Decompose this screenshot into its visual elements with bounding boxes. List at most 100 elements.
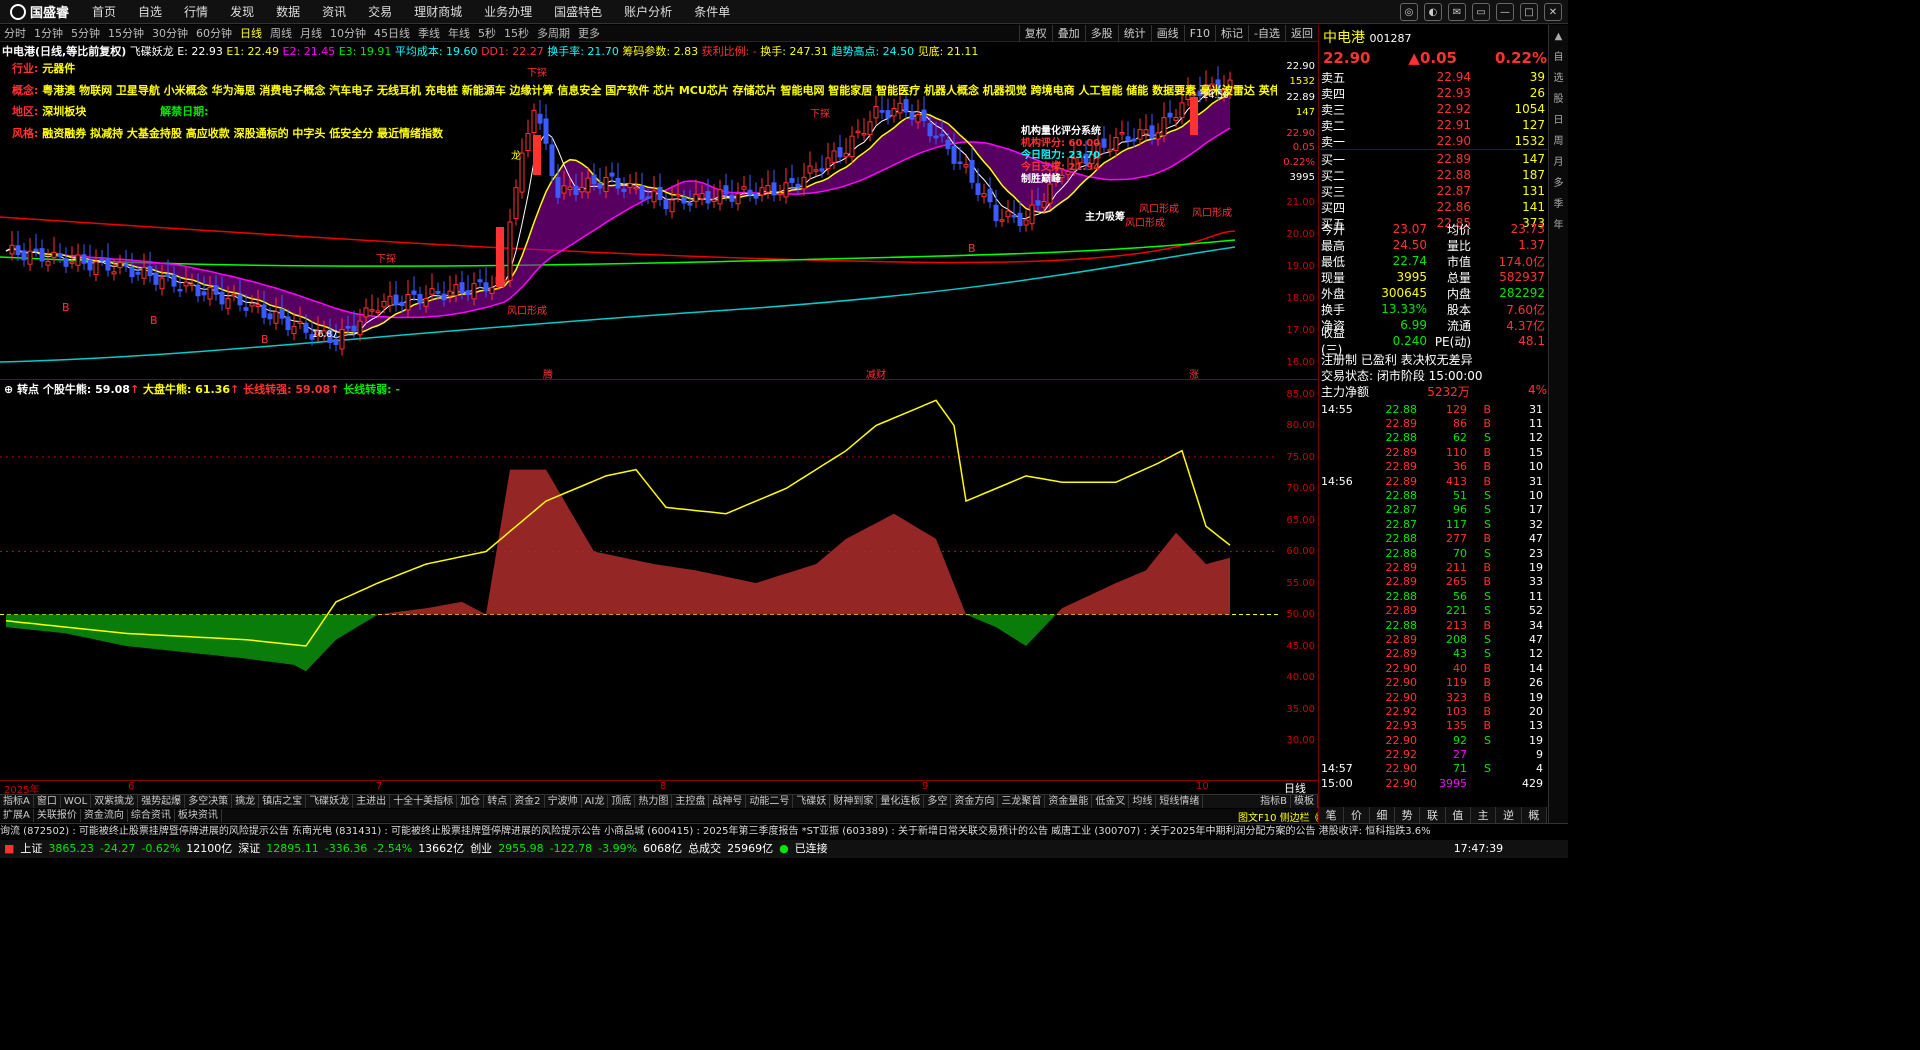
indicator-tab[interactable]: WOL: [61, 795, 92, 808]
sidebar-item[interactable]: 月: [1549, 153, 1568, 168]
maximize-icon[interactable]: □: [1520, 3, 1538, 21]
indicator-tab[interactable]: 镇店之宝: [259, 795, 307, 808]
indicator-tab[interactable]: 短线情绪: [1156, 795, 1204, 808]
indicator-tab[interactable]: 飞碟妖龙: [306, 795, 354, 808]
indicator-tab[interactable]: 三龙聚首: [998, 795, 1046, 808]
tool-unwatch[interactable]: -自选: [1248, 25, 1285, 42]
nav-watchlist[interactable]: 自选: [127, 3, 173, 20]
nav-special[interactable]: 国盛特色: [543, 3, 613, 20]
quote-tab[interactable]: 价: [1344, 807, 1370, 823]
period-tab[interactable]: 更多: [574, 25, 604, 41]
indicator-tab[interactable]: 热力图: [635, 795, 673, 808]
period-tab[interactable]: 15分钟: [104, 25, 148, 41]
indicator-tab[interactable]: 财神到家: [830, 795, 878, 808]
minimize-icon[interactable]: —: [1496, 3, 1514, 21]
indicator-tab[interactable]: 主进出: [353, 795, 391, 808]
sidebar-item[interactable]: 多: [1549, 174, 1568, 189]
indicator-tab[interactable]: 十全十美指标: [390, 795, 458, 808]
bid-row[interactable]: 买一 22.89 147: [1319, 151, 1547, 167]
period-tab[interactable]: 季线: [414, 25, 444, 41]
nav-home[interactable]: 首页: [81, 3, 127, 20]
period-tab[interactable]: 45日线: [370, 25, 414, 41]
period-tab[interactable]: 15秒: [500, 25, 533, 41]
bid-row[interactable]: 买三 22.87 131: [1319, 183, 1547, 199]
period-tab[interactable]: 多周期: [533, 25, 574, 41]
quote-tab[interactable]: 值: [1446, 807, 1471, 823]
period-tab[interactable]: 5分钟: [67, 25, 104, 41]
indicator-chart[interactable]: [0, 380, 1278, 780]
period-tab[interactable]: 5秒: [474, 25, 500, 41]
indicator-tab[interactable]: 窗口: [34, 795, 61, 808]
quote-tab[interactable]: 逆: [1496, 807, 1522, 823]
sidebar-item[interactable]: 年: [1549, 216, 1568, 231]
period-tab[interactable]: 1分钟: [30, 25, 67, 41]
indicator-tab[interactable]: 加仓: [457, 795, 485, 808]
nav-market[interactable]: 行情: [173, 3, 219, 20]
indicator-tab[interactable]: 宁波帅: [545, 795, 582, 808]
ask-row[interactable]: 卖二 22.91 127: [1319, 117, 1547, 133]
indicator-tab[interactable]: 多空: [924, 795, 952, 808]
scroll-up-icon[interactable]: ▲: [1549, 31, 1568, 42]
quote-tab[interactable]: 概: [1522, 807, 1547, 823]
sidebar-item[interactable]: 日: [1549, 111, 1568, 126]
indicator-tab[interactable]: 指标A: [0, 795, 34, 808]
news-ticker[interactable]: 询流 (872502) : 可能被终止股票挂牌暨停牌进展的风险提示公告 东南光电…: [0, 823, 1568, 839]
indicator-tab[interactable]: 资金2: [511, 795, 545, 808]
extension-tab[interactable]: 资金流向: [81, 809, 128, 822]
ask-row[interactable]: 卖一 22.90 1532: [1319, 133, 1547, 149]
indicator-tab[interactable]: 低金叉: [1092, 795, 1130, 808]
period-tab[interactable]: 月线: [296, 25, 326, 41]
indicator-tab[interactable]: 转点: [484, 795, 512, 808]
bid-row[interactable]: 买四 22.86 141: [1319, 199, 1547, 215]
extension-tab[interactable]: 综合资讯: [128, 809, 175, 822]
tool-stats[interactable]: 统计: [1117, 25, 1151, 42]
nav-wealth[interactable]: 理财商城: [403, 3, 473, 20]
tick-list[interactable]: 14:55 22.88 129 B 31 22.89 86 B 11 22.88 62 S 12 22.8…: [1319, 402, 1547, 791]
period-tab[interactable]: 60分钟: [192, 25, 236, 41]
period-tab[interactable]: 年线: [444, 25, 474, 41]
period-tab[interactable]: 周线: [266, 25, 296, 41]
sidebar-item[interactable]: 选: [1549, 69, 1568, 84]
indicator-tab[interactable]: AI龙: [582, 795, 609, 808]
period-tab[interactable]: 分时: [0, 25, 30, 41]
chat-icon[interactable]: ◎: [1400, 3, 1418, 21]
ask-row[interactable]: 卖四 22.93 26: [1319, 85, 1547, 101]
indicator-tab[interactable]: 量化连板: [877, 795, 925, 808]
tool-draw[interactable]: 画线: [1150, 25, 1184, 42]
indicator-tab[interactable]: 擒龙: [232, 795, 260, 808]
extension-tab[interactable]: 关联报价: [34, 809, 81, 822]
indicator-tab[interactable]: 主控盘: [672, 795, 710, 808]
extension-tab[interactable]: 板块资讯: [175, 809, 222, 822]
ask-row[interactable]: 卖五 22.94 39: [1319, 69, 1547, 85]
extension-tab[interactable]: 扩展A: [0, 809, 34, 822]
sidebar-item[interactable]: 季: [1549, 195, 1568, 210]
quote-tab[interactable]: 势: [1395, 807, 1421, 823]
indicator-tab[interactable]: 动能二号: [746, 795, 794, 808]
period-tab[interactable]: 30分钟: [148, 25, 192, 41]
nav-condition[interactable]: 条件单: [683, 3, 741, 20]
indicator-tab[interactable]: 战神号: [709, 795, 747, 808]
close-icon[interactable]: ✕: [1544, 3, 1562, 21]
tool-f10[interactable]: F10: [1183, 25, 1215, 42]
sidebar-item[interactable]: 周: [1549, 132, 1568, 147]
indicator-tab[interactable]: 强势起爆: [138, 795, 186, 808]
indicator-tab[interactable]: 飞碟妖: [793, 795, 831, 808]
indicator-tab[interactable]: 均线: [1129, 795, 1157, 808]
quote-tab[interactable]: 细: [1370, 807, 1395, 823]
tool-back[interactable]: 返回: [1285, 25, 1318, 42]
period-tab[interactable]: 10分钟: [326, 25, 370, 41]
quote-tab[interactable]: 主: [1471, 807, 1497, 823]
quote-tab[interactable]: 联: [1420, 807, 1446, 823]
restore-icon[interactable]: ▭: [1472, 3, 1490, 21]
indicator-tab[interactable]: 双紫擒龙: [91, 795, 139, 808]
nav-news[interactable]: 资讯: [311, 3, 357, 20]
nav-account[interactable]: 账户分析: [613, 3, 683, 20]
sidebar-item[interactable]: 股: [1549, 90, 1568, 105]
indicator-tab[interactable]: 指标B: [1257, 795, 1291, 808]
indicator-tab[interactable]: 模板: [1291, 795, 1318, 808]
nav-business[interactable]: 业务办理: [473, 3, 543, 20]
nav-data[interactable]: 数据: [265, 3, 311, 20]
tool-mark[interactable]: 标记: [1215, 25, 1248, 42]
tool-overlay[interactable]: 叠加: [1051, 25, 1085, 42]
indicator-tab[interactable]: 资金量能: [1045, 795, 1093, 808]
